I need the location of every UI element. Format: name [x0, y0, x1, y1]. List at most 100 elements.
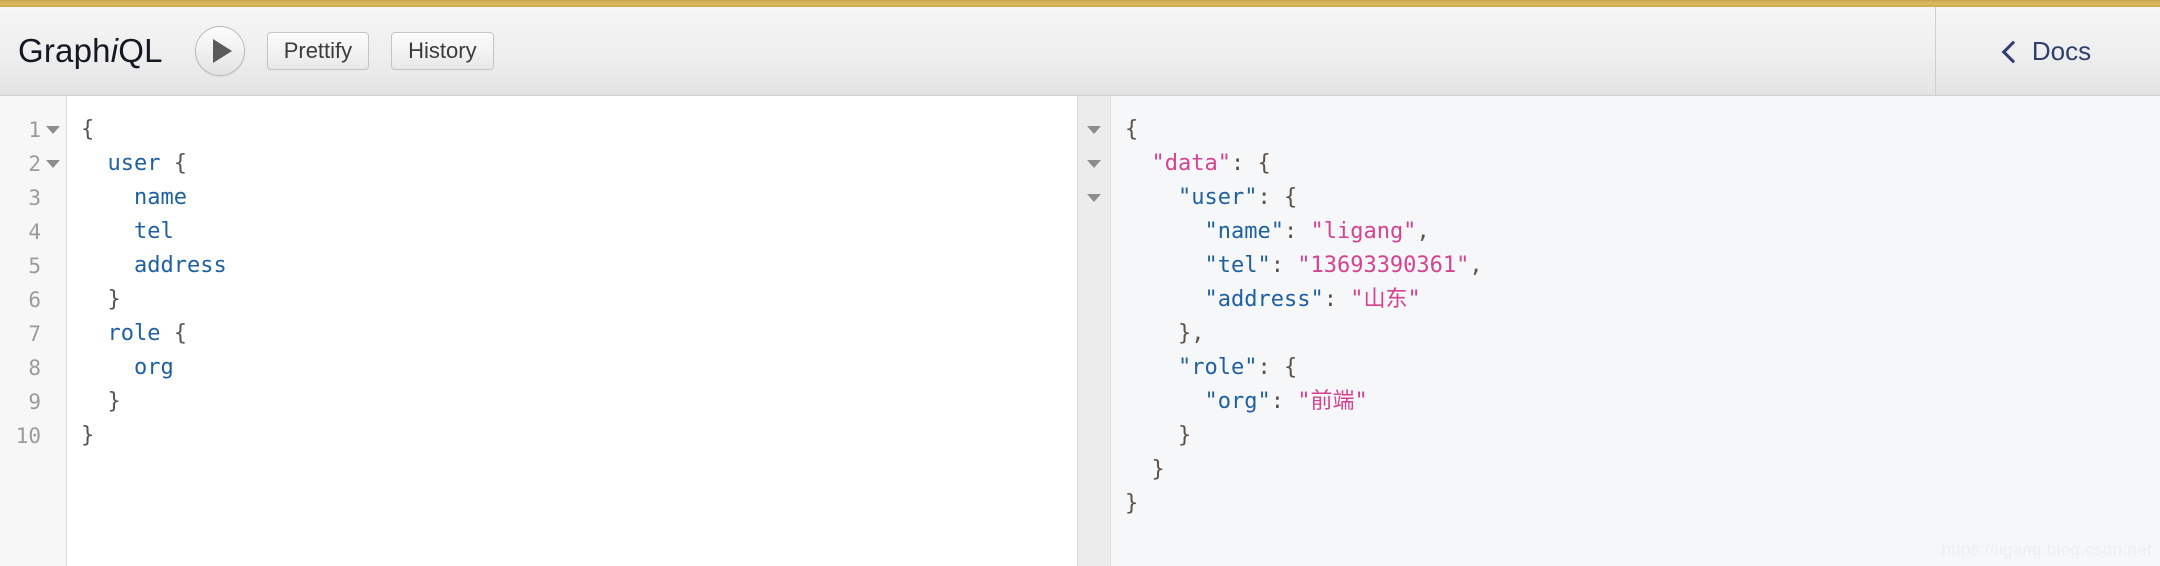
- result-token-key: "tel": [1204, 253, 1271, 278]
- line-number: 6: [28, 288, 41, 312]
- watermark-text: https://ligang.blog.csdn.net: [1941, 540, 2152, 559]
- logo-text-main: Graph: [18, 32, 111, 69]
- toolbar-left-group: GraphiQL Prettify History: [0, 7, 1935, 95]
- result-code-line: "role": {: [1125, 351, 2160, 385]
- line-number-row: 3: [0, 181, 66, 215]
- result-token-punct: {: [1125, 117, 1139, 142]
- code-token-field: address: [133, 253, 227, 278]
- query-code-line: }: [81, 283, 1077, 317]
- line-number: 3: [28, 186, 41, 210]
- fold-arrow-icon[interactable]: [1087, 126, 1101, 134]
- code-token-punct: }: [81, 423, 95, 448]
- query-code-line: user {: [81, 147, 1077, 181]
- accent-stripe: [0, 0, 2160, 7]
- result-viewer-pane[interactable]: { "data": { "user": { "name": "ligang", …: [1078, 96, 2160, 566]
- result-gutter-row: [1078, 453, 1110, 487]
- result-token-punct: :: [1323, 287, 1351, 312]
- result-code-line: }: [1125, 487, 2160, 521]
- query-code-line: address: [81, 249, 1077, 283]
- result-token-key: "role": [1177, 355, 1258, 380]
- toolbar: GraphiQL Prettify History Docs: [0, 7, 2160, 96]
- result-token-string: "13693390361": [1297, 253, 1470, 278]
- result-token-string: "ligang": [1310, 219, 1417, 244]
- logo-text-end: QL: [118, 32, 163, 69]
- fold-arrow-icon[interactable]: [46, 160, 60, 168]
- line-number-row: 8: [0, 351, 66, 385]
- result-token-punct: : {: [1257, 355, 1298, 380]
- result-code-line: }: [1125, 419, 2160, 453]
- result-gutter-row: [1078, 215, 1110, 249]
- result-code-line: "name": "ligang",: [1125, 215, 2160, 249]
- line-number-row: 10: [0, 419, 66, 453]
- code-token-field: name: [133, 185, 187, 210]
- line-number-row: 5: [0, 249, 66, 283]
- line-number-gutter: 1 2 3 4 5 6 7 8 9 10: [0, 96, 67, 566]
- result-gutter-row: [1078, 351, 1110, 385]
- result-token-string: "前端": [1297, 389, 1368, 414]
- code-token-punct: {: [81, 117, 95, 142]
- fold-arrow-icon[interactable]: [1087, 194, 1101, 202]
- query-code-line: }: [81, 419, 1077, 453]
- query-editor-code[interactable]: { user { name tel address } role { org }…: [67, 96, 1077, 566]
- result-viewer-code: { "data": { "user": { "name": "ligang", …: [1111, 96, 2160, 566]
- graphiql-app: GraphiQL Prettify History Docs 1 2 3 4 5 6 7 8 9…: [0, 0, 2160, 566]
- line-number: 1: [28, 118, 41, 142]
- query-code-line: org: [81, 351, 1077, 385]
- line-number: 7: [28, 322, 41, 346]
- result-token-key: "name": [1204, 219, 1284, 244]
- query-code-line: tel: [81, 215, 1077, 249]
- docs-label: Docs: [2031, 35, 2092, 66]
- result-token-key-top: "data": [1151, 151, 1231, 176]
- chevron-left-icon: [2001, 40, 2025, 63]
- result-token-punct: :: [1270, 389, 1298, 414]
- code-token-field: tel: [133, 219, 174, 244]
- query-editor-pane[interactable]: 1 2 3 4 5 6 7 8 9 10 { user { name tel address } …: [0, 96, 1078, 566]
- line-number: 10: [15, 424, 41, 448]
- line-number-row: 2: [0, 147, 66, 181]
- line-number-row: 7: [0, 317, 66, 351]
- result-token-punct: }: [1151, 457, 1165, 482]
- code-token-field: role: [107, 321, 161, 346]
- code-token-field: user: [107, 151, 161, 176]
- line-number: 8: [28, 356, 41, 380]
- line-number-row: 6: [0, 283, 66, 317]
- editor-panes: 1 2 3 4 5 6 7 8 9 10 { user { name tel address } …: [0, 96, 2160, 566]
- result-code-line: "user": {: [1125, 181, 2160, 215]
- history-button[interactable]: History: [391, 32, 494, 70]
- result-token-punct: : {: [1257, 185, 1298, 210]
- result-gutter-row: [1078, 113, 1110, 147]
- result-token-key: "org": [1204, 389, 1271, 414]
- line-number: 5: [28, 254, 41, 278]
- result-code-line: {: [1125, 113, 2160, 147]
- fold-arrow-icon[interactable]: [46, 126, 60, 134]
- execute-query-button[interactable]: [194, 26, 245, 76]
- line-number-row: 4: [0, 215, 66, 249]
- line-number: 9: [28, 390, 41, 414]
- code-token-punct: {: [160, 321, 187, 346]
- query-code-line: role {: [81, 317, 1077, 351]
- result-token-punct: :: [1270, 253, 1298, 278]
- result-token-punct: },: [1177, 321, 1205, 346]
- line-number-row: 9: [0, 385, 66, 419]
- result-token-punct: }: [1177, 423, 1192, 448]
- app-logo: GraphiQL: [18, 32, 163, 70]
- code-token-punct: }: [107, 287, 121, 312]
- result-token-key: "user": [1177, 185, 1258, 210]
- fold-arrow-icon[interactable]: [1087, 160, 1101, 168]
- result-fold-gutter: [1078, 96, 1111, 566]
- result-token-key: "address": [1204, 287, 1324, 312]
- query-code-line: {: [81, 113, 1077, 147]
- result-gutter-row: [1078, 487, 1110, 521]
- result-gutter-row: [1078, 147, 1110, 181]
- result-gutter-row: [1078, 317, 1110, 351]
- query-code-line: }: [81, 385, 1077, 419]
- prettify-button[interactable]: Prettify: [266, 32, 370, 70]
- result-gutter-row: [1078, 283, 1110, 317]
- docs-toggle-button[interactable]: Docs: [1935, 7, 2160, 95]
- result-code-line: },: [1125, 317, 2160, 351]
- result-gutter-row: [1078, 181, 1110, 215]
- result-code-line: "tel": "13693390361",: [1125, 249, 2160, 283]
- result-gutter-row: [1078, 249, 1110, 283]
- code-token-punct: }: [107, 389, 121, 414]
- result-code-line: "address": "山东": [1125, 283, 2160, 317]
